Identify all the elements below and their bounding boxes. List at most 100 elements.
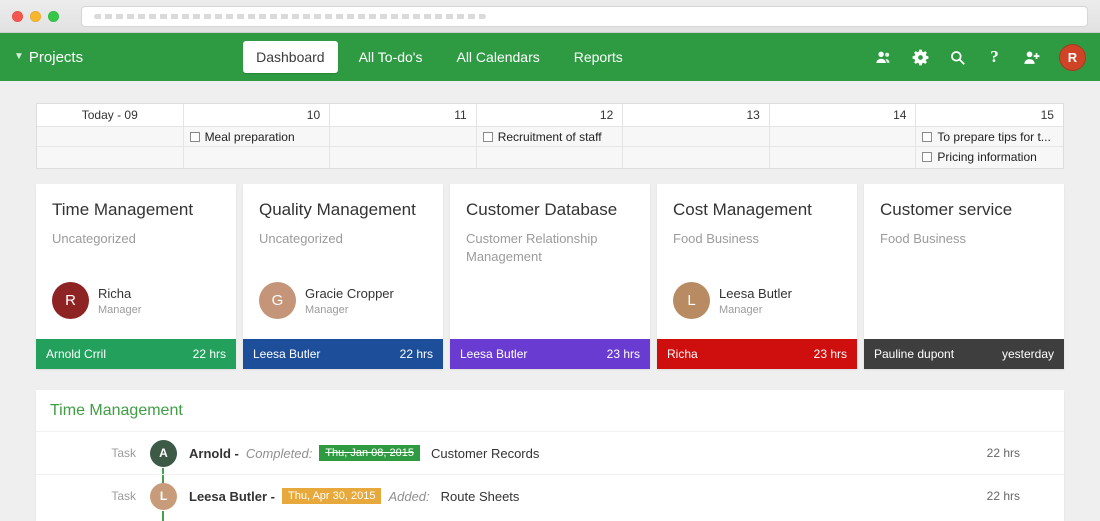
avatar: L xyxy=(673,282,710,319)
project-card[interactable]: Quality ManagementUncategorizedGGracie C… xyxy=(243,184,443,369)
brand-label: Projects xyxy=(29,49,83,66)
project-card-footer[interactable]: Pauline dupont yesterday xyxy=(864,339,1064,369)
tab-all-to-do-s[interactable]: All To-do's xyxy=(346,41,436,73)
window-controls xyxy=(12,11,59,22)
calendar-day-body xyxy=(330,127,476,168)
manager-info: RichaManager xyxy=(98,286,141,316)
manager-name: Leesa Butler xyxy=(719,286,792,301)
calendar-strip: Today - 0910 Meal preparation 1112Recruitm… xyxy=(36,103,1064,169)
avatar: A xyxy=(150,440,177,467)
project-card-manager: LLeesa ButlerManager xyxy=(673,282,792,319)
task-status-label: Completed: xyxy=(246,446,312,461)
checkbox-icon[interactable] xyxy=(922,152,932,162)
footer-time: yesterday xyxy=(1002,347,1054,361)
project-card-title: Customer service xyxy=(864,184,1064,220)
task-assignee-name: Arnold - xyxy=(189,446,239,461)
calendar-task-item[interactable]: To prepare tips for t... xyxy=(916,127,1063,147)
calendar-day-label[interactable]: 14 xyxy=(770,104,916,127)
task-row[interactable]: Task A Arnold - Completed: Thu, Jan 08, 2015… xyxy=(36,431,1064,474)
calendar-day-column: 12Recruitment of staff xyxy=(477,104,624,168)
calendar-day-column: 11 xyxy=(330,104,477,168)
task-kind-label: Task xyxy=(76,446,136,460)
checkbox-icon[interactable] xyxy=(483,132,493,142)
manager-name: Gracie Cropper xyxy=(305,286,394,301)
calendar-day-body: Meal preparation xyxy=(184,127,330,168)
close-window-button[interactable] xyxy=(12,11,23,22)
checkbox-icon[interactable] xyxy=(922,132,932,142)
calendar-day-label[interactable]: 13 xyxy=(623,104,769,127)
footer-assignee: Richa xyxy=(667,347,698,361)
project-card-title: Customer Database xyxy=(450,184,650,220)
maximize-window-button[interactable] xyxy=(48,11,59,22)
project-card-category: Uncategorized xyxy=(36,220,236,248)
help-icon[interactable]: ? xyxy=(985,48,1004,67)
nav-tabs: DashboardAll To-do'sAll Calendars Reports xyxy=(243,41,636,73)
calendar-task-item[interactable]: Pricing information xyxy=(916,147,1063,167)
calendar-day-column: Today - 09 xyxy=(37,104,184,168)
calendar-day-label[interactable]: 15 xyxy=(916,104,1063,127)
calendar-day-body: Recruitment of staff xyxy=(477,127,623,168)
project-card[interactable]: Customer serviceFood BusinessPauline dup… xyxy=(864,184,1064,369)
tab-all-calendars[interactable]: All Calendars xyxy=(443,41,552,73)
project-card[interactable]: Time ManagementUncategorized R RichaManage… xyxy=(36,184,236,369)
checkbox-icon[interactable] xyxy=(190,132,200,142)
footer-time: 23 hrs xyxy=(607,347,640,361)
manager-role: Manager xyxy=(305,304,394,316)
browser-topbar xyxy=(0,0,1100,33)
task-avatar-wrap: L xyxy=(150,483,177,510)
calendar-day-body: To prepare tips for t... Pricing informat… xyxy=(916,127,1063,168)
project-card-footer[interactable]: Richa23 hrs xyxy=(657,339,857,369)
people-icon[interactable] xyxy=(874,48,893,67)
projects-menu-button[interactable]: ▼ Projects xyxy=(14,49,83,66)
project-card[interactable]: Cost ManagementFood BusinessLLeesa Butle… xyxy=(657,184,857,369)
calendar-day-column: 14 xyxy=(770,104,917,168)
task-title: Route Sheets xyxy=(441,489,520,504)
calendar-day-label[interactable]: Today - 09 xyxy=(37,104,183,127)
due-date-badge-completed: Thu, Jan 08, 2015 xyxy=(319,445,420,461)
calendar-day-column: 15 To prepare tips for t... Pricing inform… xyxy=(916,104,1063,168)
gear-icon[interactable] xyxy=(911,48,930,67)
calendar-task-item[interactable]: Meal preparation xyxy=(184,127,330,147)
footer-assignee: Leesa Butler xyxy=(253,347,320,361)
tab-reports[interactable]: Reports xyxy=(561,41,636,73)
calendar-day-label[interactable]: 11 xyxy=(330,104,476,127)
calendar-day-column: 10 Meal preparation xyxy=(184,104,331,168)
task-hours: 22 hrs xyxy=(987,446,1064,460)
calendar-day-column: 13 xyxy=(623,104,770,168)
project-card-category: Food Business xyxy=(657,220,857,248)
calendar-task-label: To prepare tips for t... xyxy=(937,130,1050,144)
footer-assignee: Pauline dupont xyxy=(874,347,954,361)
project-card-title: Time Management xyxy=(36,184,236,220)
project-card-title: Quality Management xyxy=(243,184,443,220)
panel-title: Time Management xyxy=(36,402,1064,431)
address-bar[interactable] xyxy=(81,6,1088,27)
task-title: Customer Records xyxy=(431,446,539,461)
footer-assignee: Arnold Crril xyxy=(46,347,106,361)
minimize-window-button[interactable] xyxy=(30,11,41,22)
project-card[interactable]: Customer DatabaseCustomer Relationship M… xyxy=(450,184,650,369)
calendar-day-body xyxy=(623,127,769,168)
task-description: Leesa Butler -Thu, Apr 30, 2015Added:Rou… xyxy=(189,488,987,504)
task-hours: 22 hrs xyxy=(987,489,1064,503)
due-date-badge: Thu, Apr 30, 2015 xyxy=(282,488,381,504)
add-user-icon[interactable] xyxy=(1022,48,1041,67)
project-card-footer[interactable]: Leesa Butler22 hrs xyxy=(243,339,443,369)
task-avatar-wrap: A xyxy=(150,440,177,467)
calendar-day-label[interactable]: 10 xyxy=(184,104,330,127)
avatar: G xyxy=(259,282,296,319)
app-navbar: ▼ Projects DashboardAll To-do'sAll Calen… xyxy=(0,33,1100,81)
project-card-footer[interactable]: Leesa Butler23 hrs xyxy=(450,339,650,369)
calendar-task-label: Meal preparation xyxy=(205,130,295,144)
calendar-task-item[interactable]: Recruitment of staff xyxy=(477,127,623,147)
calendar-task-label: Pricing information xyxy=(937,150,1036,164)
task-description: Arnold - Completed: Thu, Jan 08, 2015 Custo… xyxy=(189,445,987,461)
search-icon[interactable] xyxy=(948,48,967,67)
project-card-footer[interactable]: Arnold Crril22 hrs xyxy=(36,339,236,369)
task-row[interactable]: TaskLLeesa Butler -Thu, Apr 30, 2015Adde… xyxy=(36,474,1064,517)
calendar-day-label[interactable]: 12 xyxy=(477,104,623,127)
avatar: R xyxy=(52,282,89,319)
project-card-manager: G Gracie Cropper Manager xyxy=(259,282,394,319)
user-avatar[interactable]: R xyxy=(1059,44,1086,71)
tab-dashboard[interactable]: Dashboard xyxy=(243,41,338,73)
activity-panel: Time Management TaskAArnold -Completed:T… xyxy=(36,390,1064,521)
